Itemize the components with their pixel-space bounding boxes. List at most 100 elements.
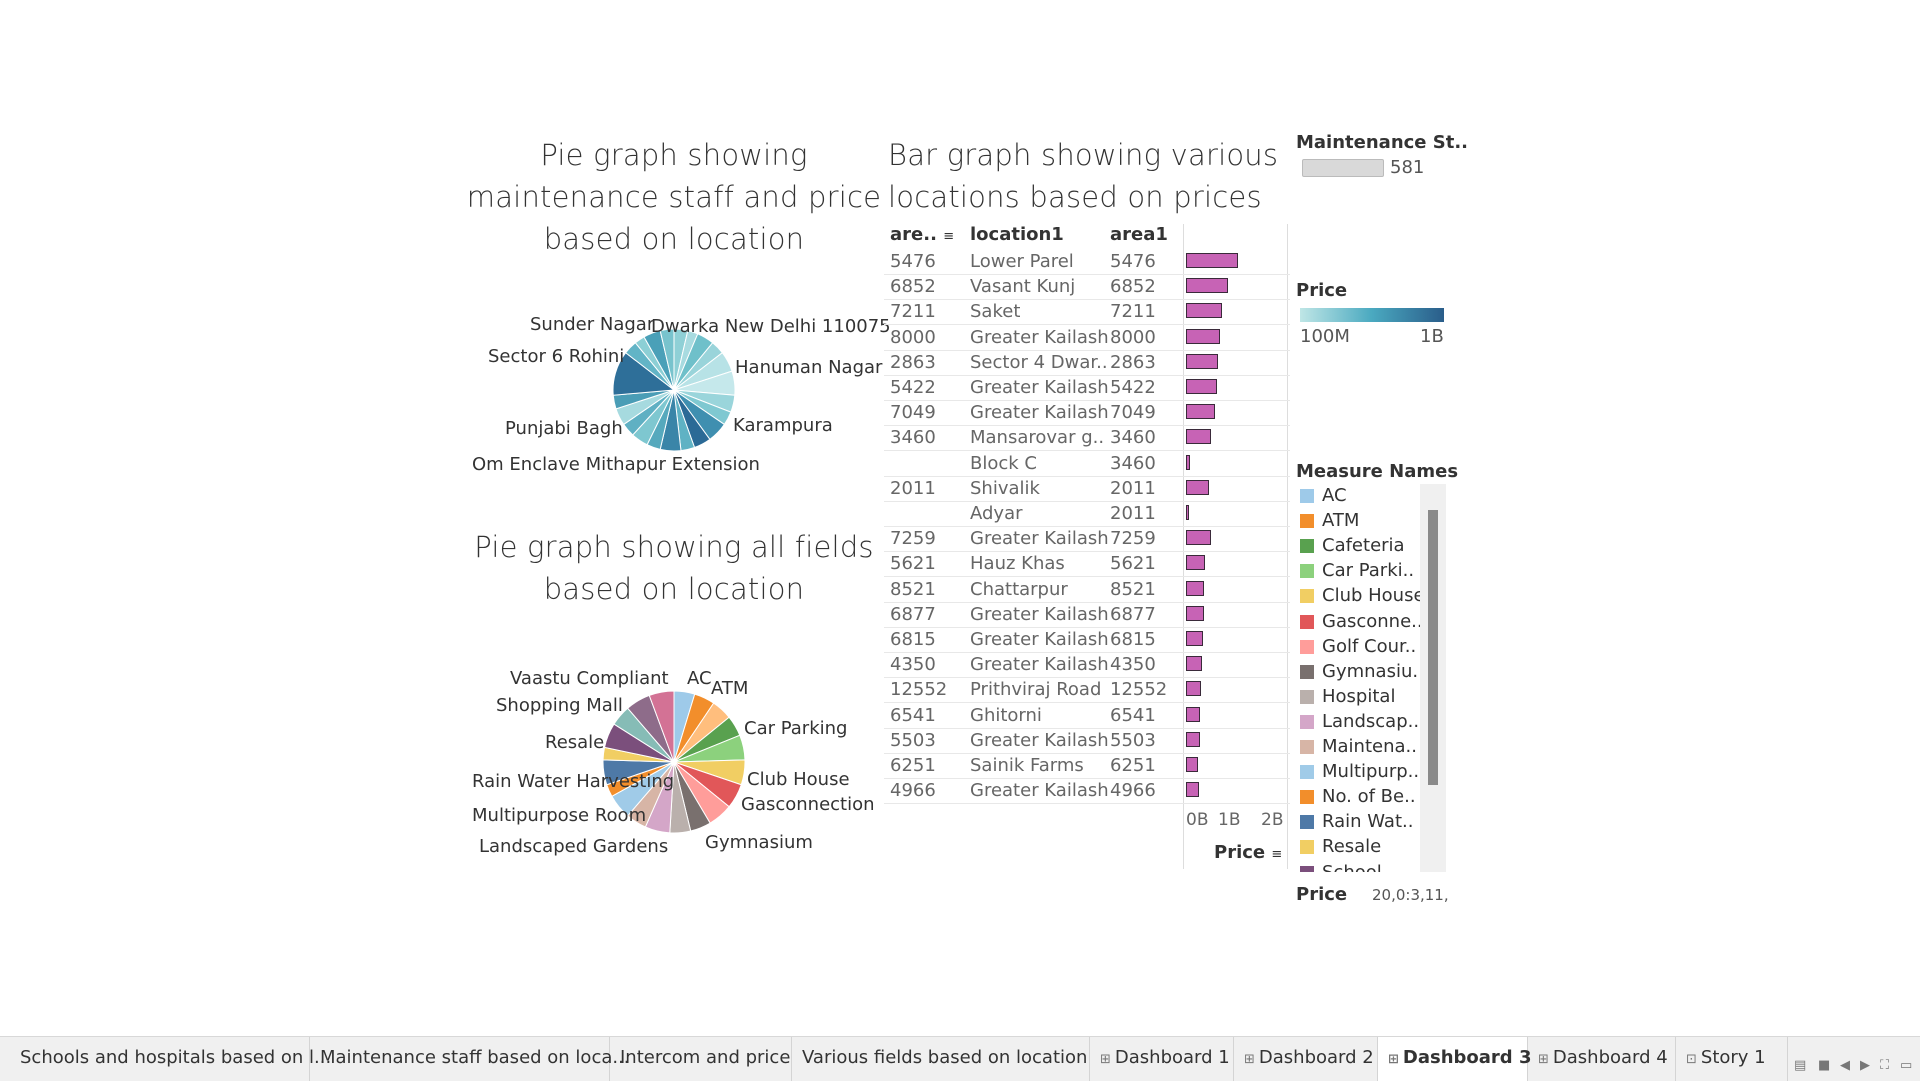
pie1-label-punjabi-bagh: Punjabi Bagh: [505, 418, 623, 439]
cell-area: 3460: [890, 427, 936, 449]
price-bar[interactable]: [1186, 278, 1228, 294]
legend-swatch: [1300, 614, 1314, 629]
table-row[interactable]: 3460 Mansarovar g.. 3460: [884, 425, 1290, 452]
legend-label: School: [1322, 861, 1382, 873]
cell-location: Block C: [970, 452, 1037, 474]
legend-swatch: [1300, 639, 1314, 654]
dashboard-icon: ⊞: [1388, 1052, 1399, 1067]
dashboard-icon: ⊞: [1244, 1052, 1255, 1067]
legend-price2-values: 20,0:3,11,: [1372, 886, 1449, 904]
legend-scrollbar-thumb[interactable]: [1428, 510, 1438, 785]
price-bar[interactable]: [1186, 353, 1218, 369]
sheet-tab-label: Story 1: [1700, 1047, 1766, 1068]
legend-maintenance-value: 581: [1390, 157, 1425, 178]
pie1-label-om-enclave: Om Enclave Mithapur Extension: [472, 454, 760, 475]
col-header-area1[interactable]: area1: [1110, 224, 1168, 248]
legend-swatch: [1300, 840, 1314, 855]
legend-label: Resale: [1322, 836, 1382, 858]
presentation-icon[interactable]: ▭: [1900, 1058, 1912, 1073]
pie1-label-sunder-nagar: Sunder Nagar: [530, 314, 655, 335]
pie1-label-hanuman-nagar: Hanuman Nagar: [735, 357, 883, 378]
sheet-tab-bar: Schools and hospitals based on l... Maint…: [0, 1036, 1920, 1081]
sheet-tab[interactable]: Intercom and price: [610, 1037, 792, 1081]
legend-maintenance-title: Maintenance St..: [1296, 132, 1469, 153]
legend-price-max: 1B: [1420, 326, 1444, 347]
table-row[interactable]: 7211 Saket 7211: [884, 299, 1290, 326]
next-sheet-icon[interactable]: ▶: [1860, 1058, 1870, 1073]
price-bar[interactable]: [1186, 429, 1211, 445]
cell-area1: 5422: [1110, 377, 1156, 398]
cell-area: 6852: [890, 276, 936, 298]
cell-area: 8000: [890, 326, 936, 348]
price-bar[interactable]: [1186, 328, 1220, 344]
sheet-tab[interactable]: ⊞ Dashboard 2: [1234, 1037, 1378, 1081]
legend-label: Cafeteria: [1322, 535, 1405, 557]
legend-maintenance-bar: [1302, 159, 1384, 177]
cell-area1: 3460: [1110, 452, 1156, 474]
sheet-tab[interactable]: Schools and hospitals based on l...: [10, 1037, 331, 1081]
legend-price-title: Price: [1296, 280, 1348, 301]
table-row[interactable]: 2863 Sector 4 Dwar.. 2863: [884, 350, 1290, 376]
sheet-tab-label: Dashboard 4: [1552, 1047, 1668, 1068]
table-row[interactable]: 7049 Greater Kailash 7049: [884, 400, 1290, 427]
sheet-tab-label: Maintenance staff based on loca...: [320, 1047, 630, 1068]
sort-icon[interactable]: ≡: [943, 229, 954, 244]
sheet-tab-label: Dashboard 1: [1114, 1047, 1230, 1068]
table-row[interactable]: 5476 Lower Parel 5476: [884, 249, 1290, 275]
sheet-tab[interactable]: ⊞ Dashboard 1: [1090, 1037, 1234, 1081]
cell-area: 7211: [890, 301, 936, 323]
legend-label: ATM: [1322, 510, 1360, 532]
sheet-tab[interactable]: Various fields based on location: [792, 1037, 1090, 1081]
col-header-location[interactable]: location1: [970, 224, 1064, 248]
price-bar[interactable]: [1186, 253, 1238, 268]
sheet-tab-label: Schools and hospitals based on l...: [20, 1047, 332, 1068]
legend-swatch: [1300, 740, 1314, 754]
bar-title: Bar graph showing various locations base…: [888, 138, 1279, 214]
fullscreen-icon[interactable]: ⛶: [1880, 1058, 1889, 1073]
legend-swatch: [1300, 765, 1314, 780]
legend-swatch: [1300, 815, 1314, 830]
table-row[interactable]: 8000 Greater Kailash 8000: [884, 325, 1290, 351]
show-filmstrip-icon[interactable]: ■: [1818, 1058, 1830, 1073]
legend-swatch: [1300, 589, 1314, 604]
table-row[interactable]: 5422 Greater Kailash 5422: [884, 375, 1290, 401]
sheet-tab[interactable]: ⊡ Story 1: [1676, 1037, 1788, 1081]
col-header-area[interactable]: are.. ≡: [890, 224, 954, 248]
legend-swatch: [1300, 790, 1314, 805]
price-bar[interactable]: [1186, 303, 1222, 319]
table-row[interactable]: 6852 Vasant Kunj 6852: [884, 274, 1290, 301]
legend-measures-title: Measure Names: [1296, 461, 1459, 482]
cell-area: 7049: [890, 402, 936, 424]
price-bar[interactable]: [1186, 379, 1217, 394]
cell-area1: 6852: [1110, 276, 1156, 298]
prev-sheet-icon[interactable]: ◀: [1840, 1058, 1850, 1073]
legend-price-gradient: [1300, 308, 1444, 322]
sheet-tab[interactable]: Maintenance staff based on loca...: [310, 1037, 630, 1081]
dashboard-icon: ⊞: [1538, 1052, 1549, 1067]
cell-area1: 2863: [1110, 351, 1156, 373]
pie1-label-karampura: Karampura: [733, 415, 833, 436]
cell-area: 5422: [890, 377, 936, 398]
legend-label: Hospital: [1322, 685, 1396, 707]
price-bar[interactable]: [1186, 454, 1190, 470]
sheet-tab[interactable]: ⊞ Dashboard 4: [1528, 1037, 1676, 1081]
sheet-tab[interactable]: ⊞ Dashboard 3: [1378, 1037, 1531, 1081]
cell-location: Greater Kailash: [970, 377, 1109, 398]
legend-label: Club House: [1322, 585, 1425, 607]
price-bar[interactable]: [1186, 404, 1215, 420]
cell-area: 5476: [890, 251, 936, 272]
dashboard-icon: ⊞: [1100, 1052, 1111, 1067]
legend-label: Multipurp..: [1322, 761, 1420, 783]
legend-swatch: [1300, 514, 1314, 529]
show-sheet-sorter-icon[interactable]: ▤: [1794, 1058, 1806, 1073]
legend-swatch: [1300, 539, 1314, 554]
cell-area1: 8000: [1110, 326, 1156, 348]
legend-label: Golf Cour..: [1322, 635, 1417, 657]
legend-label: Landscap..: [1322, 710, 1420, 732]
table-row[interactable]: Block C 3460: [884, 451, 1290, 477]
cell-location: Mansarovar g..: [970, 427, 1105, 449]
cell-area1: 7049: [1110, 402, 1156, 424]
legend-label: Car Parki..: [1322, 560, 1415, 582]
legend-price-min: 100M: [1300, 326, 1350, 347]
legend-label: AC: [1322, 485, 1347, 506]
